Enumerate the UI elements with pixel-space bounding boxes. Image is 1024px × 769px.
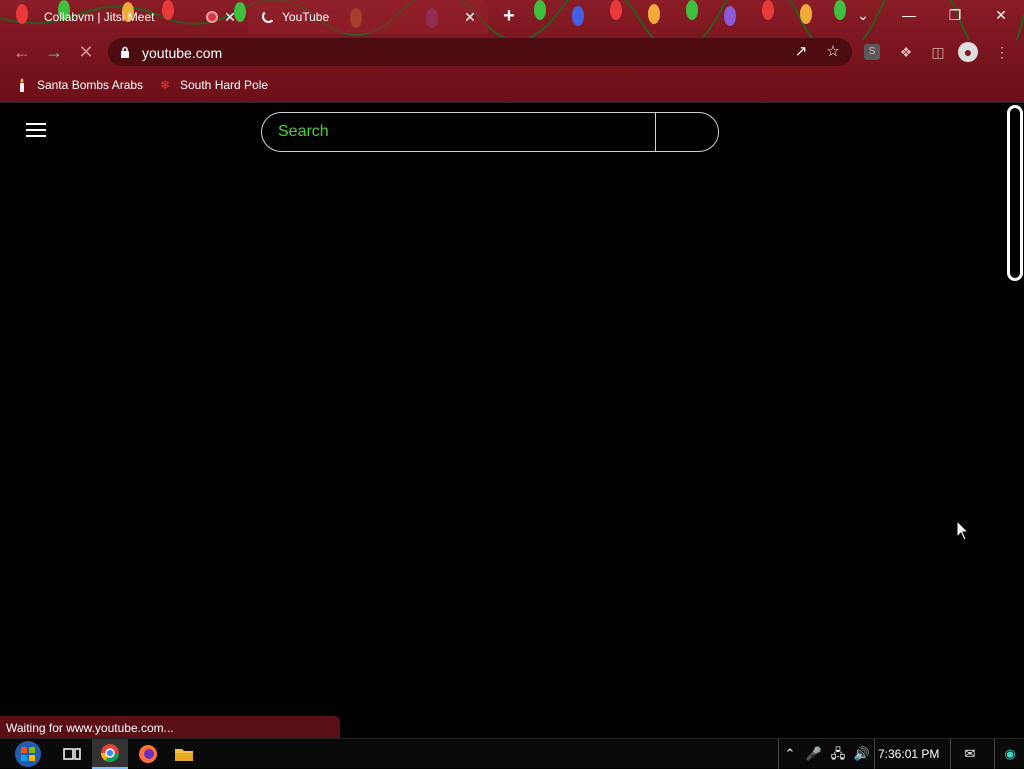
restore-button[interactable]: ❐: [932, 0, 978, 30]
task-view-icon[interactable]: [54, 739, 90, 769]
bookmark-label: Santa Bombs Arabs: [37, 78, 144, 92]
tab-youtube[interactable]: YouTube ✕: [248, 0, 488, 34]
extension-s-icon[interactable]: S: [864, 44, 880, 60]
bookmarks-bar: Santa Bombs Arabs ❄ South Hard Pole: [0, 72, 1024, 96]
search-button[interactable]: [655, 112, 719, 152]
bookmark-south-hard-pole[interactable]: ❄ South Hard Pole: [157, 76, 268, 94]
profile-avatar-icon[interactable]: ●: [958, 42, 978, 62]
url-text: youtube.com: [142, 45, 223, 61]
snowflake-icon: ❄: [159, 78, 171, 92]
star-bookmark-icon[interactable]: ☆: [824, 43, 842, 61]
address-bar[interactable]: youtube.com ↗ ☆: [108, 38, 852, 66]
hamburger-menu-icon[interactable]: [26, 123, 46, 139]
search-box: [261, 112, 656, 152]
show-desktop-icon[interactable]: ◉: [1000, 744, 1020, 764]
firefox-taskbar-icon[interactable]: [130, 739, 166, 769]
tab-title: YouTube: [282, 10, 330, 24]
new-tab-button[interactable]: +: [500, 6, 518, 26]
file-explorer-taskbar-icon[interactable]: [166, 739, 202, 769]
browser-frame: Collabvm | Jitsi Meet ✕ YouTube ✕ + ⌄ — …: [0, 0, 1024, 102]
start-button[interactable]: [8, 739, 48, 769]
tab-jitsi[interactable]: Collabvm | Jitsi Meet ✕: [30, 0, 248, 34]
taskbar-clock[interactable]: 7:36:01 PM: [878, 747, 939, 761]
loading-spinner-icon: [262, 10, 275, 23]
close-window-button[interactable]: ✕: [978, 0, 1024, 30]
tab-close-button[interactable]: ✕: [462, 9, 478, 25]
tab-title: Collabvm | Jitsi Meet: [44, 10, 155, 24]
windows-taskbar: ⌃ 🎤 🖧 🔊 7:36:01 PM ✉ ◉: [0, 738, 1024, 769]
bookmark-santa-bombs-arabs[interactable]: Santa Bombs Arabs: [14, 76, 143, 94]
network-icon[interactable]: 🖧: [828, 744, 848, 764]
share-icon[interactable]: ↗: [792, 43, 810, 61]
chevron-up-icon[interactable]: ⌃: [780, 744, 800, 764]
bookmark-label: South Hard Pole: [180, 78, 269, 92]
back-arrow-icon[interactable]: ←: [10, 40, 34, 64]
minimize-button[interactable]: —: [886, 0, 932, 30]
volume-icon[interactable]: 🔊: [852, 744, 872, 764]
side-panel-icon[interactable]: ◫: [928, 42, 948, 62]
lock-icon: [121, 46, 129, 58]
microphone-icon[interactable]: 🎤: [804, 744, 824, 764]
tab-search-dropdown-icon[interactable]: ⌄: [840, 0, 886, 30]
forward-arrow-icon[interactable]: →: [42, 40, 66, 64]
chrome-taskbar-icon[interactable]: [92, 739, 128, 769]
stop-loading-icon[interactable]: ✕: [74, 40, 98, 64]
status-bubble: Waiting for www.youtube.com...: [0, 716, 340, 738]
search-input[interactable]: [278, 122, 638, 142]
browser-toolbar: ← → ✕ youtube.com ↗ ☆ S ❖ ◫ ● ⋮: [0, 36, 1024, 68]
action-center-icon[interactable]: ✉: [960, 744, 980, 764]
scrollbar-thumb[interactable]: [1007, 105, 1023, 281]
windows-logo-icon: [15, 741, 41, 767]
tab-close-button[interactable]: ✕: [222, 9, 238, 25]
candle-icon: [14, 77, 30, 93]
extensions-puzzle-icon[interactable]: ❖: [896, 42, 916, 62]
mouse-cursor-icon: [956, 520, 970, 541]
menu-kebab-icon[interactable]: ⋮: [992, 42, 1012, 62]
page-content: [0, 102, 1024, 738]
recording-icon: [206, 11, 218, 23]
tab-strip: Collabvm | Jitsi Meet ✕ YouTube ✕ + ⌄ — …: [0, 0, 1024, 34]
